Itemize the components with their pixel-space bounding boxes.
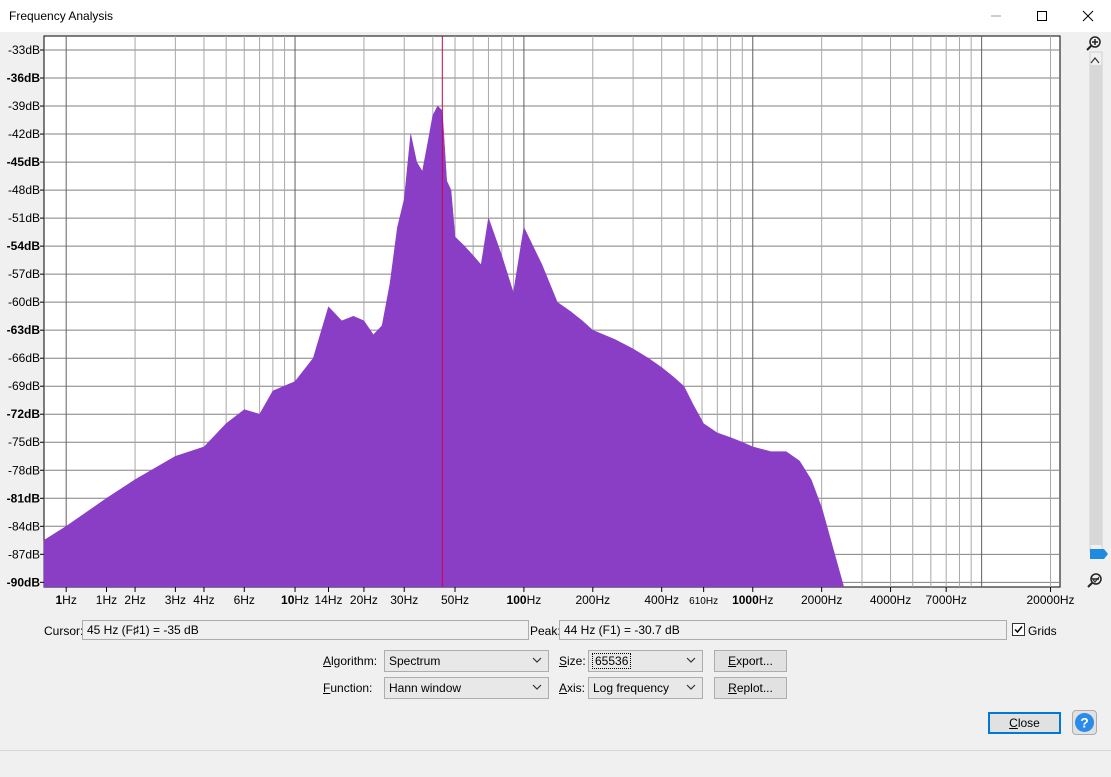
y-tick-label: -42dB xyxy=(8,127,40,141)
y-tick-label: -81dB xyxy=(7,491,41,505)
status-bar xyxy=(0,750,1111,777)
y-tick-label: -45dB xyxy=(7,155,41,169)
axis-value: Log frequency xyxy=(593,681,670,695)
function-value: Hann window xyxy=(389,681,462,695)
y-tick-label: -39dB xyxy=(8,99,40,113)
checkmark-icon xyxy=(1014,626,1023,634)
y-tick-label: -33dB xyxy=(8,43,40,57)
title-bar: Frequency Analysis xyxy=(0,0,1111,32)
window-title: Frequency Analysis xyxy=(9,9,114,23)
function-label: Function: xyxy=(323,681,373,695)
x-tick-label: 1000Hz xyxy=(732,593,773,607)
y-tick-label: -69dB xyxy=(8,379,40,393)
spectrum-plot[interactable]: -33dB -36dB -39dB -42dB -45dB -48dB -51dB -54dB… xyxy=(0,32,1111,612)
cursor-label: Cursor: xyxy=(44,624,84,638)
close-window-button[interactable] xyxy=(1065,0,1111,32)
chevron-down-icon xyxy=(686,657,696,663)
y-tick-label: -60dB xyxy=(8,295,40,309)
x-tick-label: 6Hz xyxy=(234,593,255,607)
export-button[interactable]: Export... xyxy=(714,650,787,672)
axis-select[interactable]: Log frequency xyxy=(588,677,703,699)
slider-thumb[interactable] xyxy=(1090,549,1108,559)
peak-value-field: 44 Hz (F1) = -30.7 dB xyxy=(559,620,1007,640)
size-label: Size: xyxy=(559,654,586,668)
y-tick-label: -51dB xyxy=(8,211,40,225)
x-tick-label: 14Hz xyxy=(314,593,342,607)
x-tick-label: 3Hz xyxy=(165,593,186,607)
y-tick-label: -90dB xyxy=(7,575,41,589)
x-tick-label: 4Hz xyxy=(193,593,214,607)
chevron-down-icon xyxy=(686,684,696,690)
x-tick-label: 610Hz xyxy=(689,596,718,607)
axis-label: Axis: xyxy=(559,681,586,695)
y-tick-label: -36dB xyxy=(7,71,41,85)
replot-button[interactable]: Replot... xyxy=(714,677,787,699)
x-tick-label: 7000Hz xyxy=(925,593,966,607)
zoom-in-icon[interactable] xyxy=(1086,36,1101,51)
x-tick-label: 1Hz xyxy=(55,593,76,607)
x-tick-label: 10Hz xyxy=(281,593,309,607)
chevron-down-icon xyxy=(532,657,542,663)
x-tick-label: 30Hz xyxy=(390,593,418,607)
x-tick-label: 100Hz xyxy=(507,593,542,607)
x-tick-label: 20000Hz xyxy=(1027,593,1075,607)
chevron-down-icon xyxy=(532,684,542,690)
close-icon xyxy=(1082,10,1094,22)
scroll-thumb[interactable] xyxy=(1090,65,1102,545)
maximize-button[interactable] xyxy=(1019,0,1065,32)
cursor-value-field: 45 Hz (F♯1) = -35 dB xyxy=(82,620,529,640)
x-tick-label: 4000Hz xyxy=(870,593,911,607)
y-tick-label: -87dB xyxy=(8,547,40,561)
x-tick-label: 1Hz xyxy=(96,593,117,607)
minimize-icon xyxy=(991,15,1001,17)
x-tick-label: 20Hz xyxy=(350,593,378,607)
algorithm-label: Algorithm: xyxy=(323,654,378,668)
size-select[interactable]: 65536 xyxy=(588,650,703,672)
x-tick-label: 2000Hz xyxy=(801,593,842,607)
close-button[interactable]: Close xyxy=(988,712,1061,734)
y-tick-label: -57dB xyxy=(8,267,40,281)
spectrum-plot-area[interactable]: -33dB -36dB -39dB -42dB -45dB -48dB -51dB -54dB… xyxy=(0,32,1111,612)
y-tick-label: -72dB xyxy=(7,407,41,421)
grids-label[interactable]: Grids xyxy=(1028,624,1057,638)
vertical-zoom-scroll[interactable] xyxy=(1084,32,1110,592)
zoom-out-icon[interactable] xyxy=(1085,572,1105,592)
x-tick-label: 2Hz xyxy=(124,593,145,607)
grids-checkbox[interactable] xyxy=(1012,623,1025,636)
function-select[interactable]: Hann window xyxy=(384,677,549,699)
y-tick-label: -54dB xyxy=(7,239,41,253)
minimize-button[interactable] xyxy=(973,0,1019,32)
x-tick-label: 200Hz xyxy=(575,593,610,607)
x-tick-label: 400Hz xyxy=(644,593,679,607)
y-tick-label: -63dB xyxy=(7,323,41,337)
y-tick-label: -84dB xyxy=(8,519,40,533)
y-tick-label: -66dB xyxy=(8,351,40,365)
help-icon: ? xyxy=(1075,713,1094,732)
x-tick-label: 50Hz xyxy=(441,593,469,607)
y-tick-label: -78dB xyxy=(8,463,40,477)
y-tick-label: -48dB xyxy=(8,183,40,197)
peak-label: Peak: xyxy=(530,624,561,638)
algorithm-value: Spectrum xyxy=(389,654,441,668)
help-button[interactable]: ? xyxy=(1072,710,1097,735)
algorithm-select[interactable]: Spectrum xyxy=(384,650,549,672)
maximize-icon xyxy=(1037,11,1047,21)
size-value: 65536 xyxy=(591,653,632,669)
svg-text:?: ? xyxy=(1080,715,1089,731)
y-tick-label: -75dB xyxy=(8,435,40,449)
